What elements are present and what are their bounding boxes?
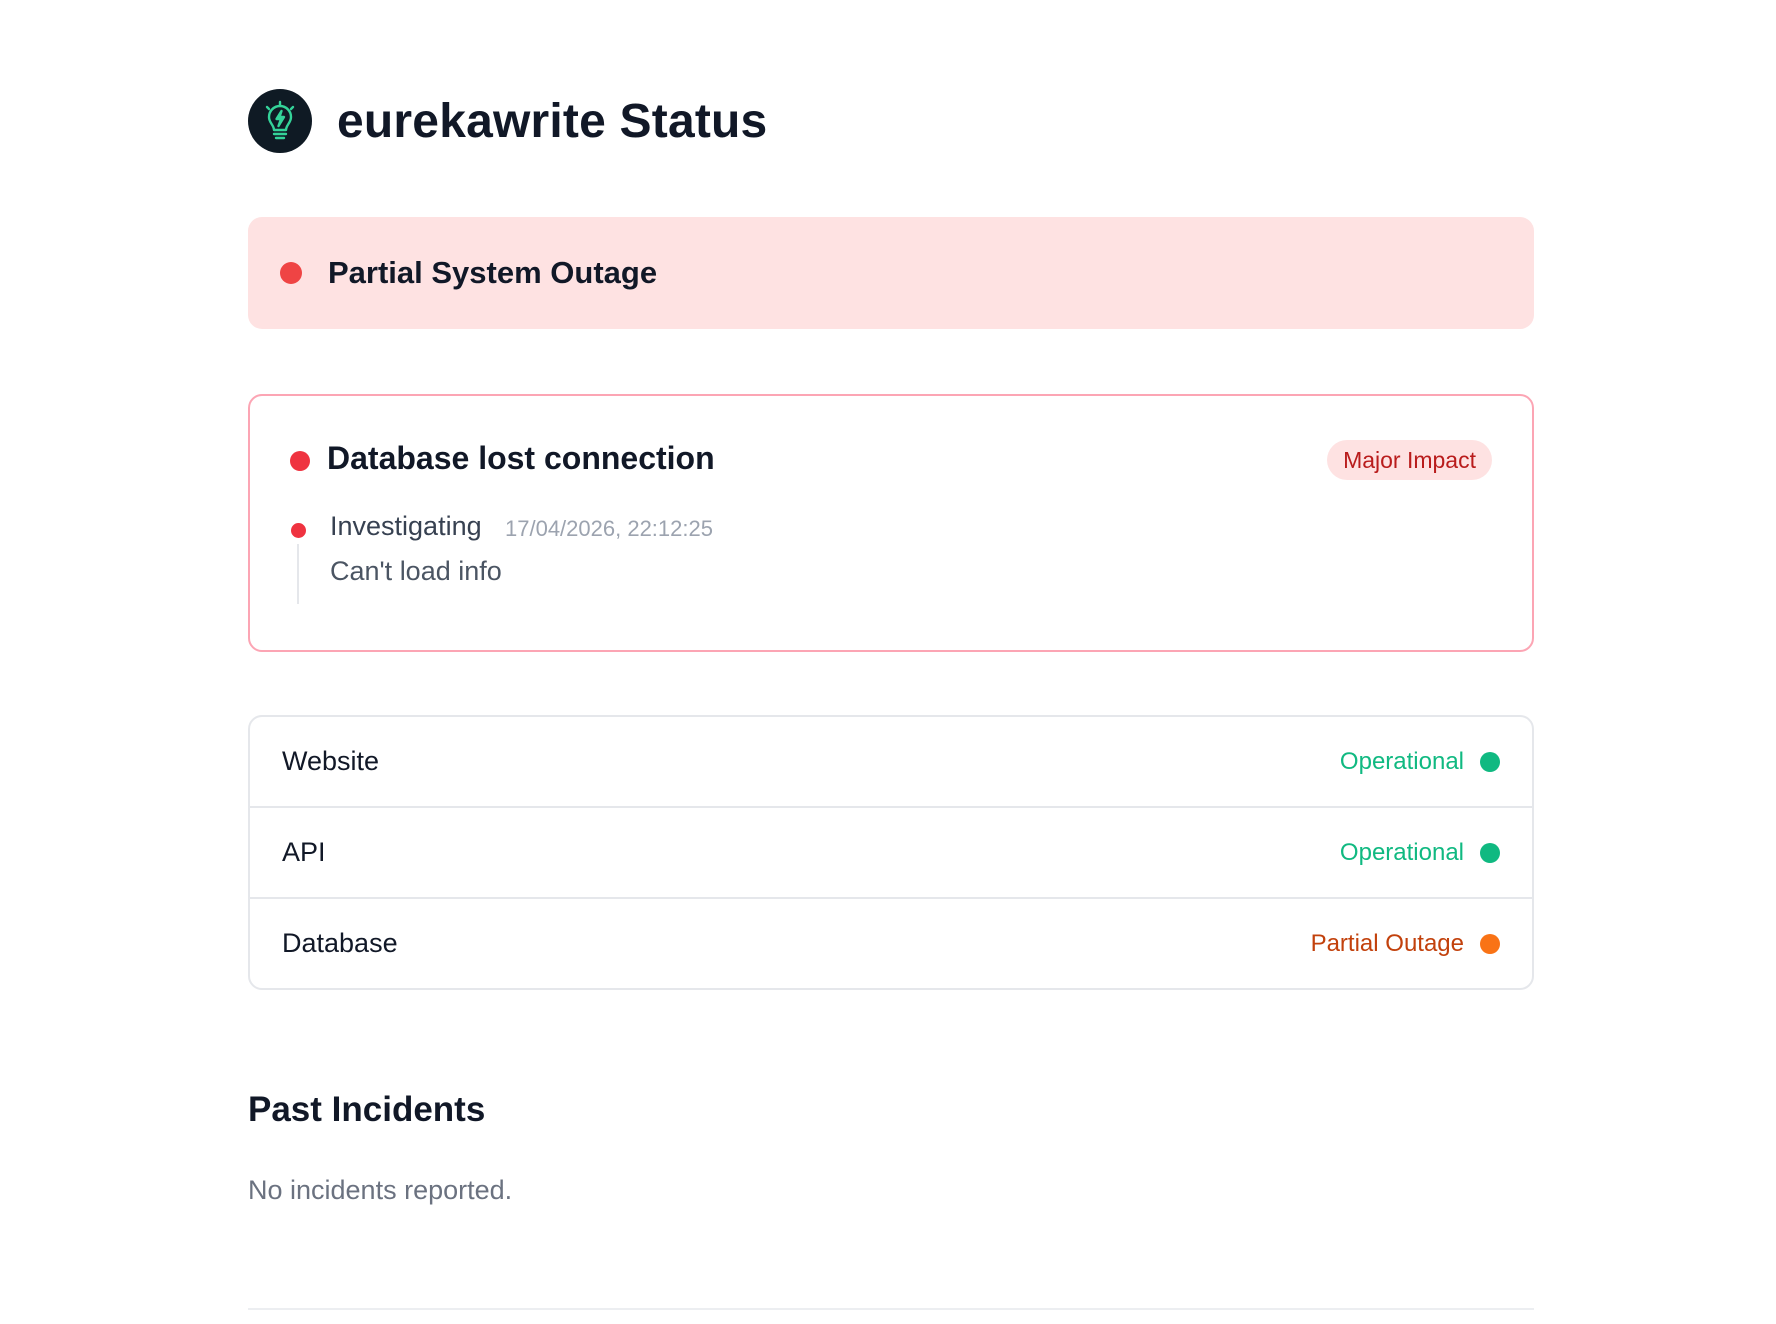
update-timeline-line (297, 544, 299, 604)
page-header: eurekawrite Status (248, 88, 767, 154)
lightbulb-bolt-icon (248, 89, 312, 153)
update-timeline-dot (291, 523, 306, 538)
past-incidents-heading: Past Incidents (248, 1090, 486, 1129)
component-status: Operational (1340, 748, 1500, 776)
component-row-api: API Operational (250, 808, 1532, 899)
component-status: Partial Outage (1311, 930, 1500, 958)
update-timestamp: 17/04/2026, 22:12:25 (505, 516, 713, 541)
active-incident-card: Database lost connection Major Impact In… (248, 394, 1534, 652)
status-dot (280, 262, 302, 284)
component-name: Website (282, 746, 380, 776)
component-status-label: Operational (1339, 838, 1464, 866)
overall-status-label: Partial System Outage (328, 255, 658, 290)
component-status-label: Partial Outage (1310, 929, 1464, 957)
component-status-dot (1480, 933, 1500, 954)
component-status-label: Operational (1339, 747, 1464, 775)
component-row-database: Database Partial Outage (250, 899, 1532, 988)
past-incidents-empty: No incidents reported. (248, 1175, 513, 1205)
page-title: eurekawrite Status (337, 94, 768, 148)
component-status: Operational (1340, 839, 1500, 867)
component-name: API (282, 837, 326, 867)
update-message: Can't load info (330, 556, 502, 586)
component-name: Database (282, 928, 398, 958)
component-status-dot (1480, 751, 1500, 772)
component-row-website: Website Operational (250, 717, 1532, 808)
update-status: Investigating (330, 511, 482, 541)
incident-title: Database lost connection (327, 440, 715, 476)
incident-dot (290, 451, 310, 471)
impact-badge: Major Impact (1327, 440, 1492, 480)
components-list: Website Operational API Operational Data… (248, 715, 1534, 990)
component-status-dot (1480, 842, 1500, 863)
footer-divider (248, 1308, 1534, 1310)
overall-status-banner: Partial System Outage (248, 217, 1534, 329)
